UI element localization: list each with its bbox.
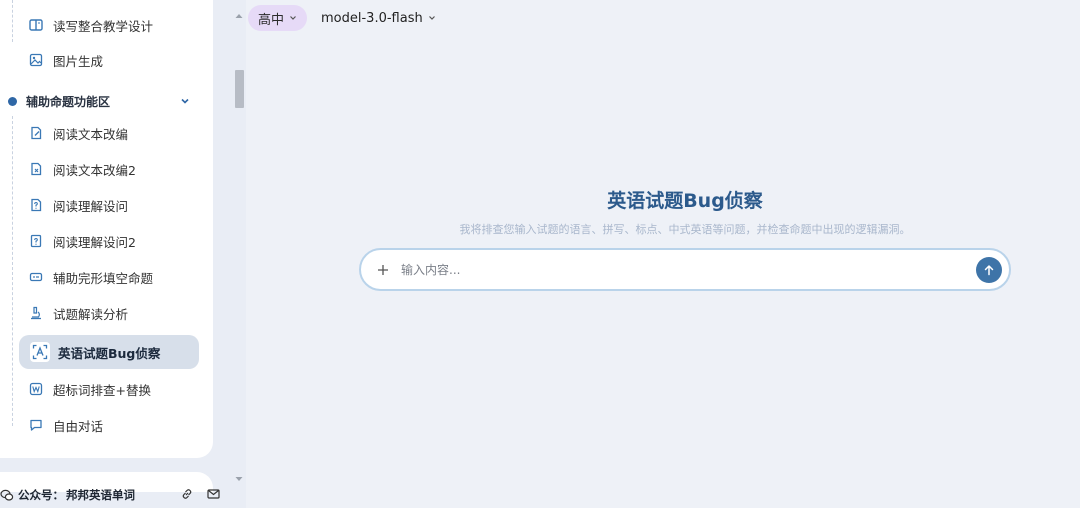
scroll-up-icon[interactable] bbox=[235, 4, 243, 18]
chevron-down-icon bbox=[428, 11, 436, 26]
sidebar-item-overlevel-words[interactable]: 超标词排查+替换 bbox=[19, 372, 199, 406]
tree-connector bbox=[12, 116, 13, 426]
microscope-icon bbox=[29, 306, 43, 320]
message-input[interactable] bbox=[401, 262, 961, 277]
scan-text-icon bbox=[30, 342, 50, 362]
app-root: 读写整合教学设计 图片生成 辅助命题功能区 阅读文本改编 阅读文本改编2 阅读理… bbox=[0, 0, 1080, 508]
scroll-thumb[interactable] bbox=[235, 70, 244, 108]
chat-icon bbox=[29, 418, 43, 432]
sidebar-item-reading-question[interactable]: 阅读理解设问 bbox=[19, 188, 199, 222]
sidebar-item-reading-adapt-2[interactable]: 阅读文本改编2 bbox=[19, 152, 199, 186]
file-question-icon bbox=[29, 234, 43, 248]
word-icon bbox=[29, 382, 43, 396]
book-open-icon bbox=[29, 18, 43, 32]
section-assist-question-design[interactable]: 辅助命题功能区 bbox=[8, 90, 194, 112]
sidebar-item-label: 英语试题Bug侦察 bbox=[58, 345, 161, 361]
footer-account-name: 邦邦英语单词 bbox=[66, 488, 135, 502]
page-subtitle: 我将排查您输入试题的语言、拼写、标点、中式英语等问题，并检查命题中出现的逻辑漏洞… bbox=[459, 223, 911, 236]
image-icon bbox=[29, 53, 43, 67]
sidebar-item-label: 超标词排查+替换 bbox=[53, 382, 151, 398]
sidebar-item-label: 自由对话 bbox=[53, 418, 104, 434]
grade-select[interactable]: 高中 bbox=[248, 5, 308, 31]
chevron-down-icon bbox=[289, 11, 297, 26]
sidebar-item-image-generation[interactable]: 图片生成 bbox=[19, 43, 199, 77]
sidebar-item-question-analysis[interactable]: 试题解读分析 bbox=[19, 296, 199, 330]
input-box-icon bbox=[29, 270, 43, 284]
sidebar-item-label: 阅读理解设问 bbox=[53, 198, 129, 214]
page-title: 英语试题Bug侦察 bbox=[607, 190, 763, 212]
sidebar-item-english-bug-detect[interactable]: 英语试题Bug侦察 bbox=[19, 335, 199, 369]
grade-value: 高中 bbox=[258, 12, 285, 28]
section-label: 辅助命题功能区 bbox=[26, 94, 111, 109]
sidebar: 读写整合教学设计 图片生成 辅助命题功能区 阅读文本改编 阅读文本改编2 阅读理… bbox=[0, 0, 246, 508]
file-edit-icon bbox=[29, 162, 43, 176]
sidebar-item-label: 辅助完形填空命题 bbox=[53, 270, 154, 286]
chat-input-bar bbox=[359, 248, 1011, 291]
mail-icon[interactable] bbox=[207, 488, 220, 503]
section-dot-icon bbox=[8, 96, 17, 106]
sidebar-item-label: 阅读理解设问2 bbox=[53, 234, 136, 250]
sidebar-item-reading-adapt[interactable]: 阅读文本改编 bbox=[19, 116, 199, 150]
sidebar-item-reading-writing-design[interactable]: 读写整合教学设计 bbox=[19, 8, 199, 42]
plus-icon[interactable] bbox=[373, 260, 393, 280]
footer-label: 公众号： bbox=[18, 488, 64, 502]
sidebar-footer: 公众号： 邦邦英语单词 bbox=[0, 484, 230, 506]
chevron-down-icon bbox=[180, 95, 190, 109]
send-button[interactable] bbox=[976, 257, 1002, 283]
tree-connector bbox=[12, 0, 13, 42]
sidebar-item-label: 读写整合教学设计 bbox=[53, 18, 154, 34]
topbar: 高中 model-3.0-flash bbox=[248, 4, 436, 32]
model-value: model-3.0-flash bbox=[321, 10, 423, 26]
sidebar-item-label: 试题解读分析 bbox=[53, 306, 129, 322]
sidebar-item-cloze-assist[interactable]: 辅助完形填空命题 bbox=[19, 260, 199, 294]
sidebar-item-label: 阅读文本改编2 bbox=[53, 162, 136, 178]
sidebar-item-label: 图片生成 bbox=[53, 53, 104, 69]
arrow-up-icon bbox=[984, 265, 994, 276]
file-question-icon bbox=[29, 198, 43, 212]
sidebar-item-label: 阅读文本改编 bbox=[53, 126, 129, 142]
wechat-icon bbox=[0, 488, 14, 502]
sidebar-item-reading-question-2[interactable]: 阅读理解设问2 bbox=[19, 224, 199, 258]
scroll-down-icon[interactable] bbox=[235, 467, 243, 481]
file-edit-icon bbox=[29, 126, 43, 140]
sidebar-item-free-chat[interactable]: 自由对话 bbox=[19, 408, 199, 442]
model-select[interactable]: model-3.0-flash bbox=[321, 11, 436, 26]
link-icon[interactable] bbox=[181, 488, 193, 503]
